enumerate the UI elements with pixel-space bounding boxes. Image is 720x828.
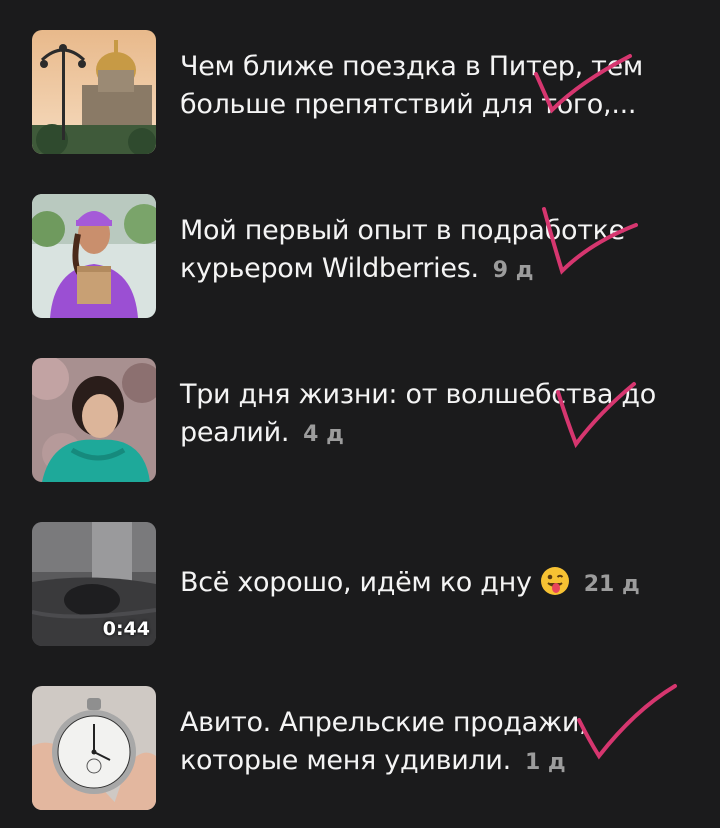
item-title: Чем ближе поездка в Питер, тем больше пр… <box>180 48 685 124</box>
item-title: Всё хорошо, идём ко дну 21 д <box>180 564 685 604</box>
item-title: Мой первый опыт в подработке курьером Wi… <box>180 212 685 290</box>
article-feed: Чем ближе поездка в Питер, тем больше пр… <box>0 0 720 828</box>
item-title: Авито. Апрельские продажи, которые меня … <box>180 704 685 782</box>
video-duration: 0:44 <box>102 618 150 640</box>
feed-item-avito[interactable]: Авито. Апрельские продажи, которые меня … <box>32 686 702 810</box>
thumbnail-video[interactable]: 0:44 <box>32 522 156 646</box>
thumbnail-courier[interactable] <box>32 194 156 318</box>
title-text: Три дня жизни: от волшебства до реалий. <box>180 379 657 448</box>
winking-face-with-tongue-icon <box>540 566 570 596</box>
thumbnail-cathedral[interactable] <box>32 30 156 154</box>
item-age: 21 д <box>583 572 640 597</box>
title-text: Чем ближе поездка в Питер, тем больше пр… <box>180 51 643 120</box>
feed-item-wildberries[interactable]: Мой первый опыт в подработке курьером Wi… <box>32 194 702 318</box>
feed-item-piter[interactable]: Чем ближе поездка в Питер, тем больше пр… <box>32 30 702 154</box>
item-age: 1 д <box>524 750 566 775</box>
item-age: 4 д <box>303 422 344 447</box>
item-age: 9 д <box>492 258 534 283</box>
thumbnail-woman-selfie[interactable] <box>32 358 156 482</box>
title-text: Всё хорошо, идём ко дну <box>180 567 532 598</box>
thumbnail-stopwatch[interactable] <box>32 686 156 810</box>
item-title: Три дня жизни: от волшебства до реалий. 4… <box>180 376 685 454</box>
title-text: Мой первый опыт в подработке курьером Wi… <box>180 215 625 284</box>
feed-item-three-days[interactable]: Три дня жизни: от волшебства до реалий. 4… <box>32 358 702 482</box>
feed-item-all-good[interactable]: 0:44 Всё хорошо, идём ко дну 21 д <box>32 522 702 646</box>
